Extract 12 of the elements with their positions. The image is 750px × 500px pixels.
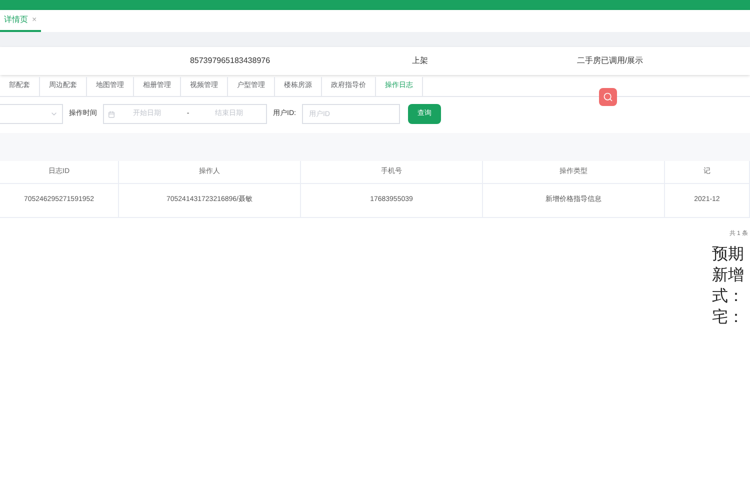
summary-value: 857397965183438976 [188,55,272,67]
summary-value: 二手房已调用/展示 [576,55,644,67]
summary-value: 上架 [411,55,429,67]
search-icon [603,92,613,102]
calendar-icon [108,110,115,118]
note-line: 宅： [712,308,744,328]
chevron-down-icon [50,110,58,118]
select-field[interactable] [0,104,63,124]
search-button[interactable] [599,88,617,106]
note-line: 预期 [712,245,744,265]
note-line: 式： [712,286,744,307]
note-line: 新增 [712,266,744,286]
